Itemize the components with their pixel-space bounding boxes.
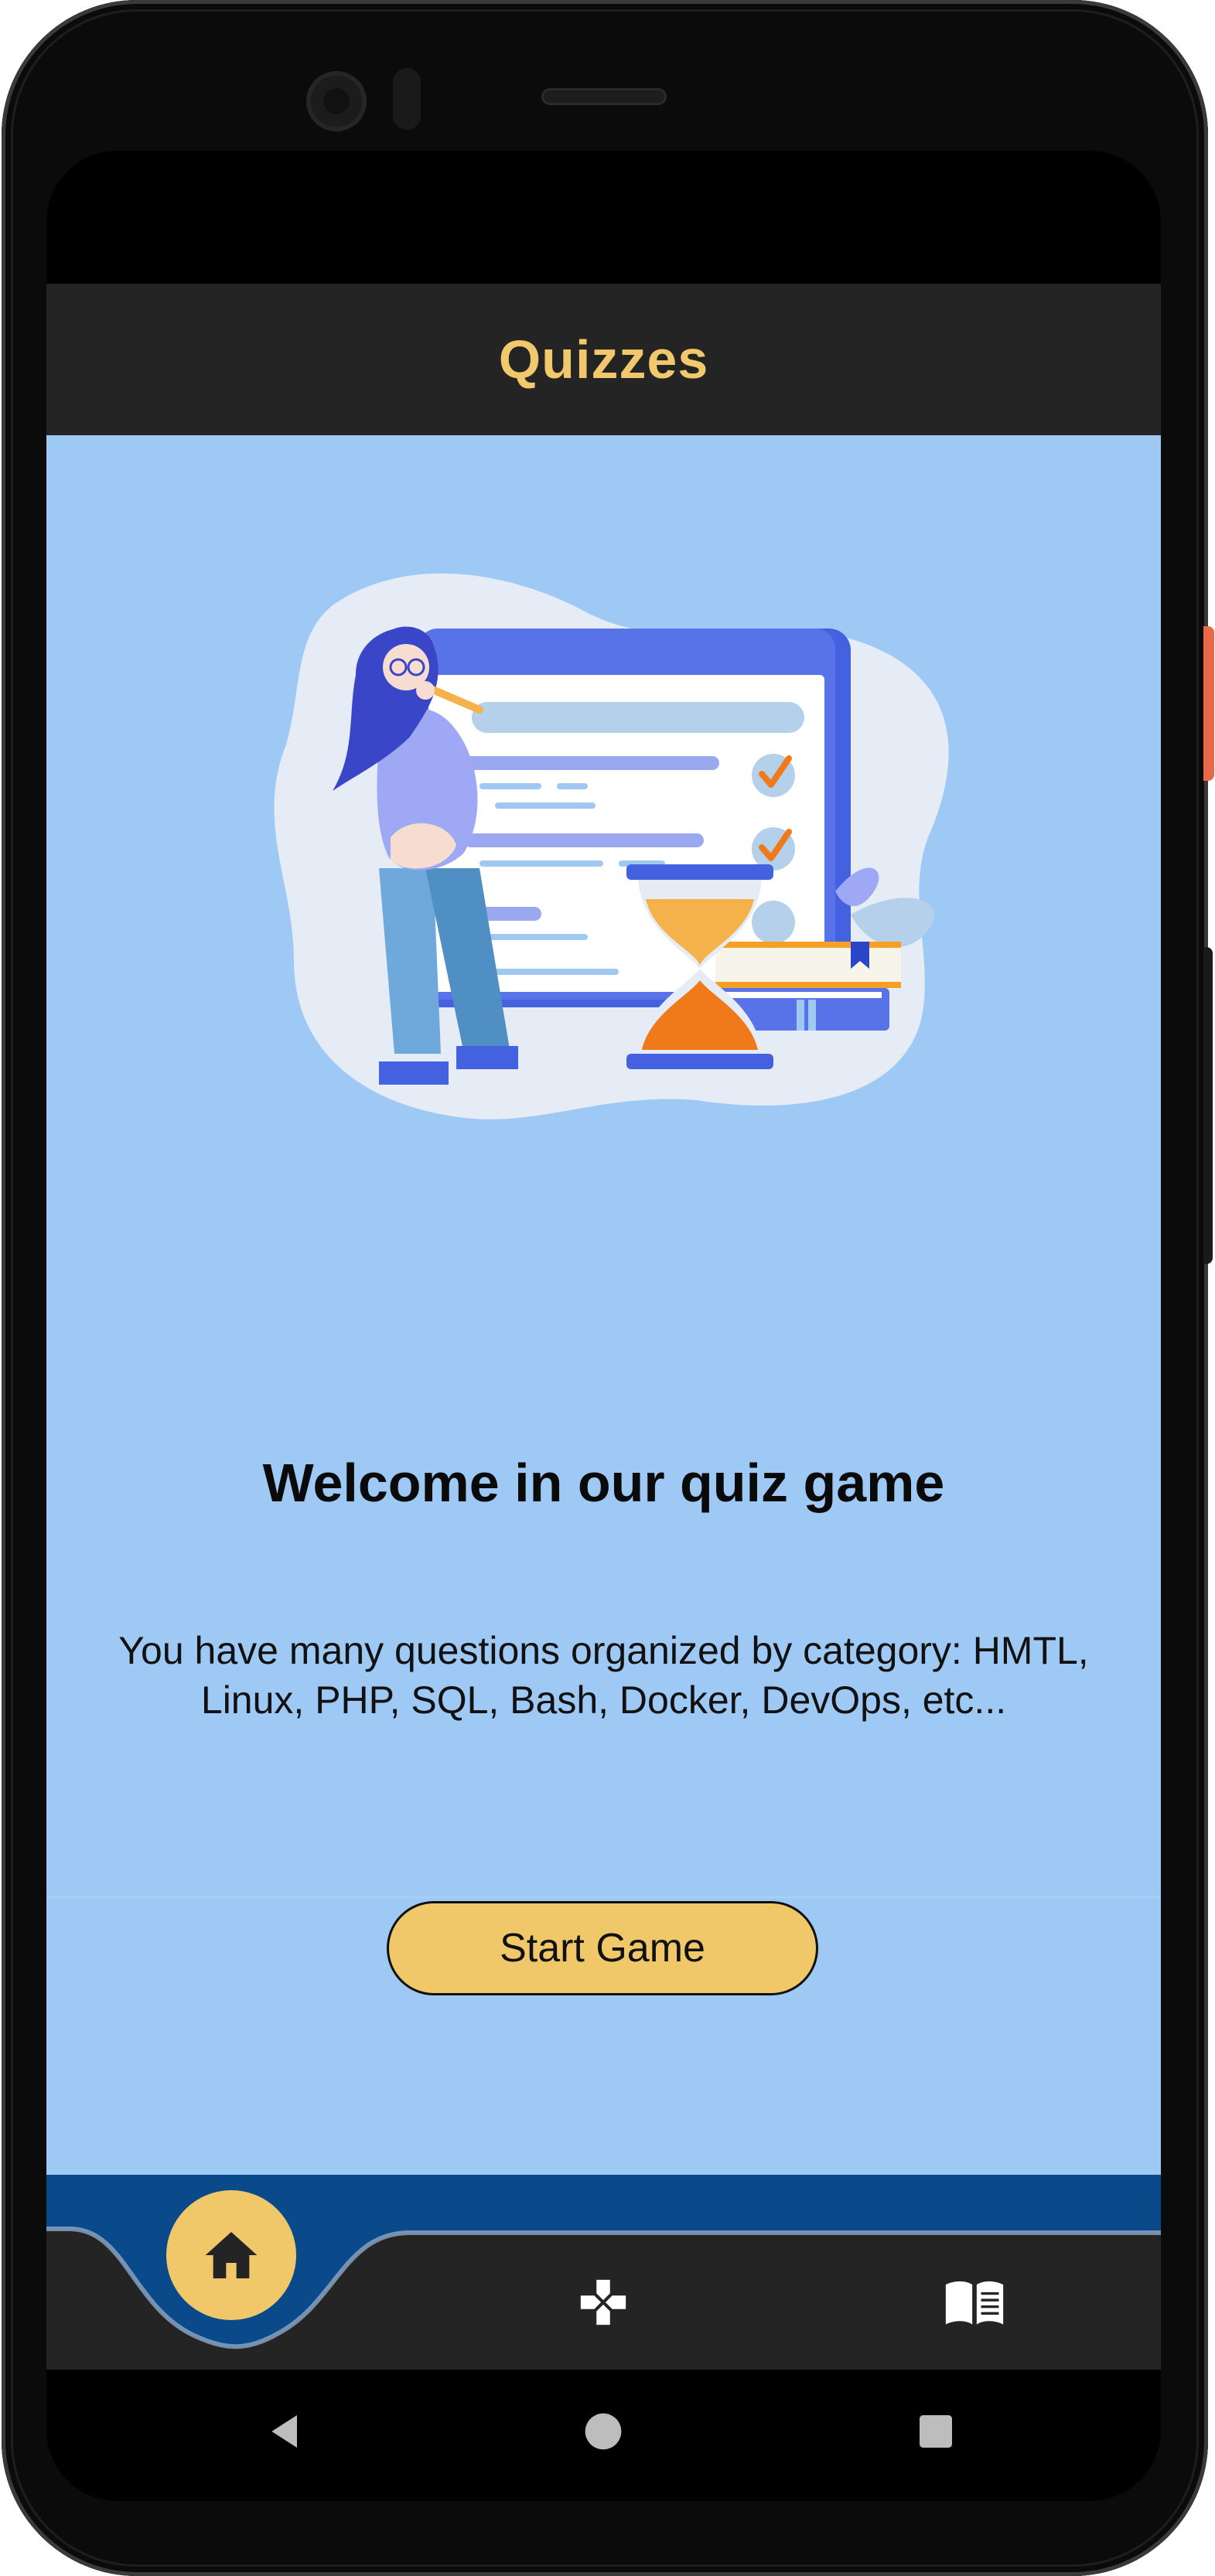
welcome-description: You have many questions organized by cat… <box>118 1629 1089 1722</box>
welcome-title: Welcome in our quiz game <box>262 1453 945 1513</box>
system-navigation-bar <box>46 2370 1161 2501</box>
page-title: Quizzes <box>498 329 709 390</box>
front-camera <box>306 71 367 131</box>
nav-home-button[interactable] <box>166 2190 296 2320</box>
book-icon <box>945 2281 1004 2325</box>
app-bar: Quizzes <box>46 284 1161 435</box>
earpiece-speaker <box>541 88 667 105</box>
nav-games-button[interactable] <box>565 2264 642 2341</box>
screen: Quizzes Welcome in our quiz game You hav… <box>46 151 1161 2501</box>
divider <box>46 1896 1161 1898</box>
gamepad-icon <box>580 2279 626 2326</box>
device-frame: Quizzes Welcome in our quiz game You hav… <box>0 0 1215 2576</box>
system-recents-button[interactable] <box>905 2401 967 2462</box>
power-button <box>1203 626 1214 781</box>
bottom-navigation <box>46 2175 1161 2370</box>
home-circle-icon <box>585 2413 622 2450</box>
status-bar <box>46 151 1161 284</box>
volume-button <box>1203 947 1213 1264</box>
proximity-sensor <box>393 68 421 130</box>
home-content: Welcome in our quiz game You have many q… <box>46 435 1161 2175</box>
recents-icon <box>920 2415 952 2448</box>
nav-learn-button[interactable] <box>936 2264 1013 2341</box>
system-home-button[interactable] <box>572 2401 634 2462</box>
back-icon <box>271 2415 297 2448</box>
home-icon <box>205 2232 258 2278</box>
quiz-illustration <box>274 573 949 1119</box>
start-game-button[interactable]: Start Game <box>387 1901 818 1995</box>
system-back-button[interactable] <box>255 2401 317 2462</box>
